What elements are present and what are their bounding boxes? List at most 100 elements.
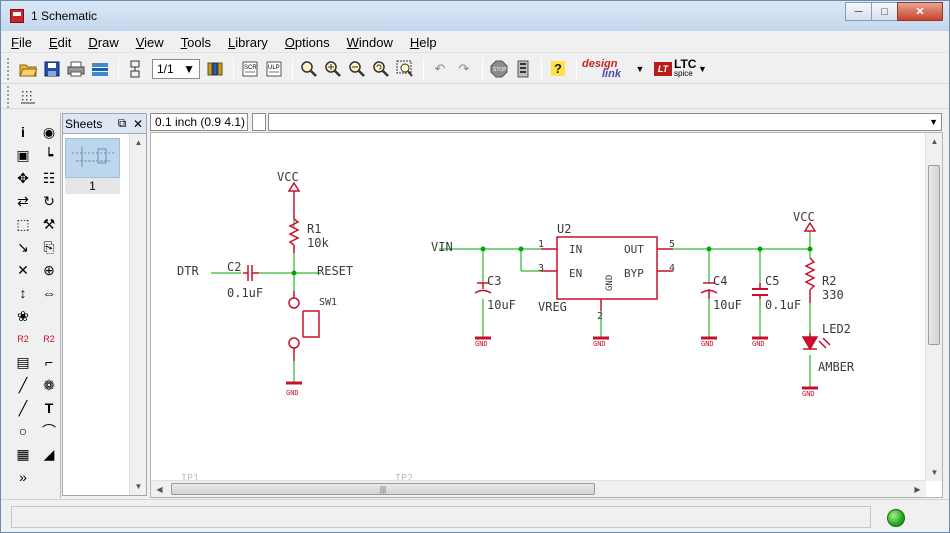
copy-tool-icon[interactable]: ↘ bbox=[12, 236, 34, 258]
add-part-icon[interactable]: ⊕ bbox=[38, 259, 60, 281]
sw1-name[interactable]: SW1 bbox=[319, 297, 337, 308]
pinswap-icon[interactable]: ↕ bbox=[12, 282, 34, 304]
r2-value[interactable]: 330 bbox=[822, 288, 844, 302]
rect-tool-icon[interactable]: ▦ bbox=[12, 443, 34, 465]
ulp-icon[interactable]: ULP bbox=[263, 58, 285, 80]
led2-name[interactable]: LED2 bbox=[822, 322, 851, 336]
command-line-input[interactable]: ▼ bbox=[268, 113, 942, 131]
info-tool-icon[interactable]: i bbox=[12, 121, 34, 143]
rotate-tool-icon[interactable]: ↻ bbox=[38, 190, 60, 212]
stop-icon[interactable]: STOP bbox=[488, 58, 510, 80]
sheets-close-icon[interactable]: ✕ bbox=[130, 117, 146, 131]
c3-value[interactable]: 10uF bbox=[487, 298, 516, 312]
c5-value[interactable]: 0.1uF bbox=[765, 298, 801, 312]
zoom-select-icon[interactable] bbox=[394, 58, 416, 80]
menu-help[interactable]: Help bbox=[410, 35, 437, 50]
vin-label[interactable]: VIN bbox=[431, 240, 453, 254]
toolbar-grip[interactable] bbox=[7, 57, 11, 80]
designlink-dropdown-icon[interactable]: ▼ bbox=[634, 58, 646, 80]
c3-name[interactable]: C3 bbox=[487, 274, 501, 288]
library-icon[interactable] bbox=[204, 58, 226, 80]
redo-icon[interactable]: ↷ bbox=[453, 58, 475, 80]
select-tool-icon[interactable]: ⬚ bbox=[12, 213, 34, 235]
undo-icon[interactable]: ↶ bbox=[429, 58, 451, 80]
arc-tool-icon[interactable]: ⌒ bbox=[38, 420, 60, 442]
drc-icon[interactable] bbox=[512, 58, 534, 80]
app-icon[interactable] bbox=[10, 9, 24, 23]
open-folder-icon[interactable] bbox=[17, 58, 39, 80]
reset-label[interactable]: RESET bbox=[317, 264, 353, 278]
help-icon[interactable]: ? bbox=[547, 58, 569, 80]
r1-name[interactable]: R1 bbox=[307, 222, 321, 236]
c2-name[interactable]: C2 bbox=[227, 260, 241, 274]
undock-icon[interactable]: ⧉ bbox=[114, 116, 130, 131]
grid-icon[interactable] bbox=[17, 86, 39, 108]
vcc-label-1[interactable]: VCC bbox=[277, 170, 299, 184]
delete-tool-icon[interactable]: ✕ bbox=[12, 259, 34, 281]
gateswap-icon[interactable]: ⇔ bbox=[38, 282, 60, 304]
polygon-tool-icon[interactable]: ◢ bbox=[38, 443, 60, 465]
zoom-out-icon[interactable] bbox=[346, 58, 368, 80]
close-button[interactable]: ✕ bbox=[897, 2, 943, 21]
wire-tool-icon[interactable]: ╱ bbox=[12, 397, 34, 419]
designlink-logo[interactable]: design link bbox=[582, 58, 634, 79]
vertical-scroll-thumb[interactable] bbox=[928, 165, 940, 345]
schematic-drawing[interactable]: VCC R1 10k DTR C2 0.1uF RESET SW1 GND VI… bbox=[151, 133, 926, 481]
move-tool-icon[interactable]: ✥ bbox=[12, 167, 34, 189]
menu-tools[interactable]: Tools bbox=[181, 35, 211, 50]
replace-tool-icon[interactable]: ❀ bbox=[12, 305, 34, 327]
status-indicator-icon[interactable] bbox=[887, 509, 905, 527]
c4-value[interactable]: 10uF bbox=[713, 298, 742, 312]
menu-library[interactable]: Library bbox=[228, 35, 268, 50]
circle-tool-icon[interactable]: ○ bbox=[12, 420, 34, 442]
menu-options[interactable]: Options bbox=[285, 35, 330, 50]
smash-tool-icon[interactable]: ▤ bbox=[12, 351, 34, 373]
canvas-vertical-scrollbar[interactable]: ▲ ▼ bbox=[925, 133, 942, 481]
vcc-label-2[interactable]: VCC bbox=[793, 210, 815, 224]
split-tool-icon[interactable]: ╱ bbox=[12, 374, 34, 396]
value-tool-icon[interactable]: R2 bbox=[38, 328, 60, 350]
chevron-down-icon[interactable]: ▼ bbox=[929, 117, 938, 127]
sheets-scrollbar[interactable]: ▲ ▼ bbox=[129, 134, 146, 495]
print-icon[interactable] bbox=[65, 58, 87, 80]
sheet-thumbnail[interactable] bbox=[65, 138, 120, 178]
zoom-fit-icon[interactable] bbox=[298, 58, 320, 80]
led2-value[interactable]: AMBER bbox=[818, 360, 855, 374]
sheet-select[interactable]: 1/1 ▼ bbox=[152, 58, 200, 79]
zoom-redraw-icon[interactable] bbox=[370, 58, 392, 80]
save-icon[interactable] bbox=[41, 58, 63, 80]
board-switch-icon[interactable] bbox=[124, 58, 146, 80]
mark-tool-icon[interactable]: ┕ bbox=[38, 144, 60, 166]
u2-value[interactable]: VREG bbox=[538, 300, 567, 314]
scroll-right-icon[interactable]: ▶ bbox=[909, 481, 926, 498]
miter-tool-icon[interactable]: ⌐ bbox=[38, 351, 60, 373]
show-tool-icon[interactable]: ◉ bbox=[38, 121, 60, 143]
menu-file[interactable]: File bbox=[11, 35, 32, 50]
mirror-tool-icon[interactable]: ⇄ bbox=[12, 190, 34, 212]
ltspice-logo[interactable]: LT LTC spice bbox=[654, 58, 696, 79]
minimize-button[interactable]: ─ bbox=[845, 2, 872, 21]
scroll-down-icon[interactable]: ▼ bbox=[130, 478, 147, 495]
scroll-down-icon[interactable]: ▼ bbox=[926, 464, 943, 481]
more-tools-icon[interactable]: » bbox=[12, 466, 34, 488]
horizontal-scroll-thumb[interactable]: ||| bbox=[171, 483, 595, 495]
r2-name[interactable]: R2 bbox=[822, 274, 836, 288]
ltspice-dropdown-icon[interactable]: ▼ bbox=[696, 58, 708, 80]
c4-name[interactable]: C4 bbox=[713, 274, 727, 288]
paste-tool-icon[interactable]: ⎘ bbox=[38, 236, 60, 258]
u2-name[interactable]: U2 bbox=[557, 222, 571, 236]
zoom-in-icon[interactable] bbox=[322, 58, 344, 80]
dtr-label[interactable]: DTR bbox=[177, 264, 199, 278]
toolbar2-grip[interactable] bbox=[7, 85, 11, 108]
menu-draw[interactable]: Draw bbox=[88, 35, 118, 50]
cam-processor-icon[interactable] bbox=[89, 58, 111, 80]
menu-window[interactable]: Window bbox=[347, 35, 393, 50]
script-icon[interactable]: SCR bbox=[239, 58, 261, 80]
invoke-tool-icon[interactable]: ❁ bbox=[38, 374, 60, 396]
r1-value[interactable]: 10k bbox=[307, 236, 329, 250]
group-tool-icon[interactable]: ☷ bbox=[38, 167, 60, 189]
menu-edit[interactable]: Edit bbox=[49, 35, 71, 50]
scroll-left-icon[interactable]: ◀ bbox=[151, 481, 168, 498]
name-tool-icon[interactable]: R2 bbox=[12, 328, 34, 350]
text-tool-icon[interactable]: T bbox=[38, 397, 60, 419]
